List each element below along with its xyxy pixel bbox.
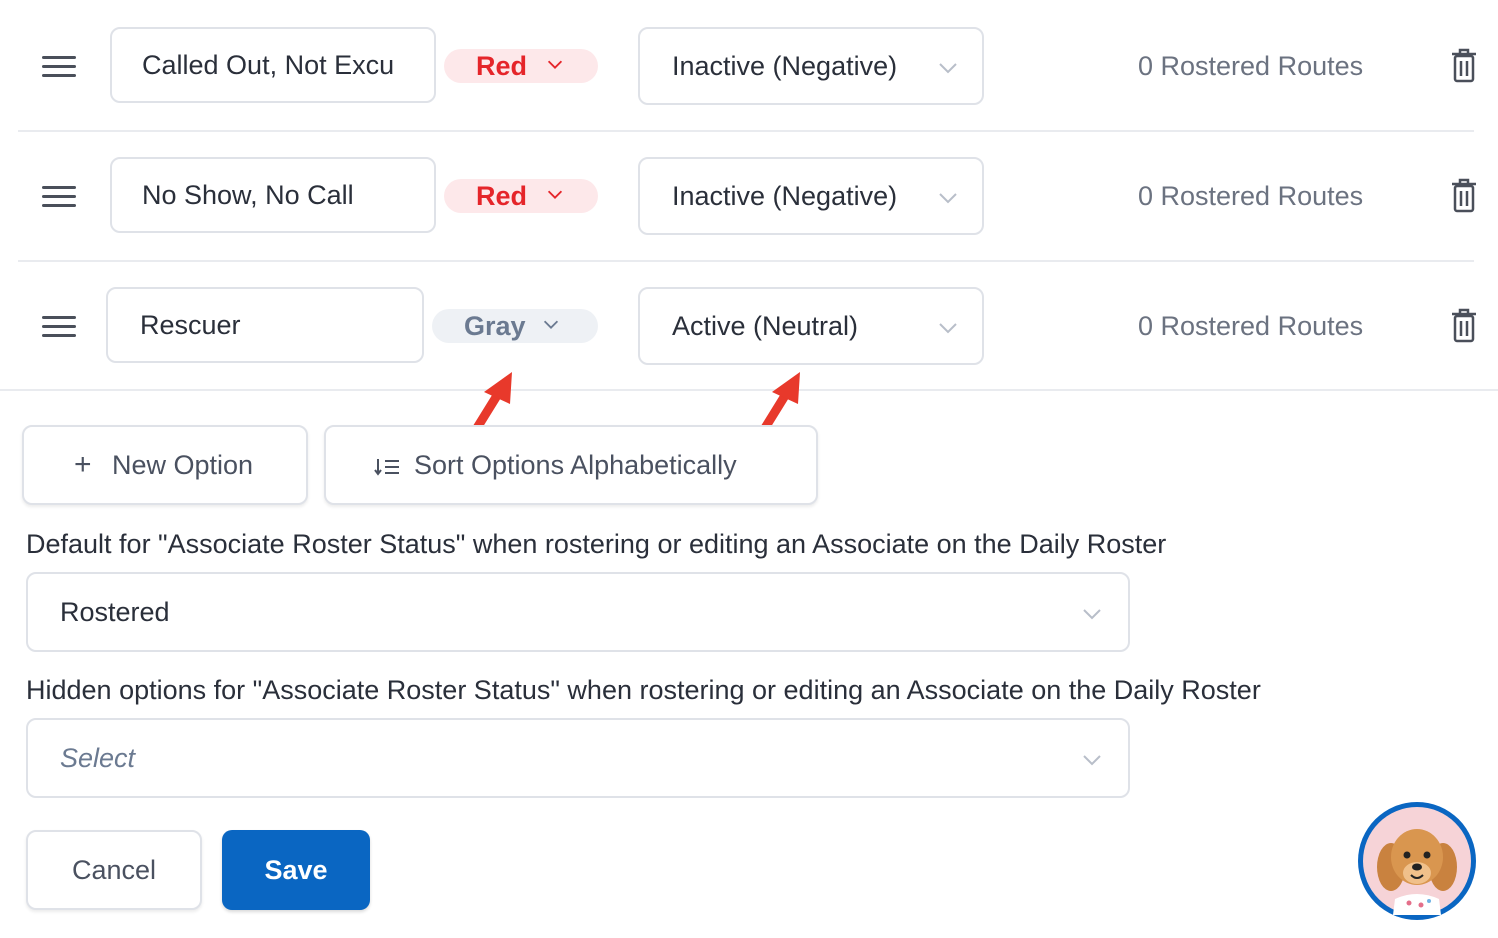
drag-handle-icon[interactable] <box>42 316 76 340</box>
section-divider <box>0 389 1498 391</box>
chevron-down-icon <box>547 60 563 69</box>
option-name-input[interactable]: Called Out, Not Excu <box>110 27 436 103</box>
rostered-routes-count: 0 Rostered Routes <box>1138 181 1364 211</box>
hidden-field-label: Hidden options for "Associate Roster Sta… <box>26 675 1261 705</box>
status-value: Inactive (Negative) <box>672 51 898 81</box>
plus-icon: + <box>74 448 92 481</box>
rostered-routes-count: 0 Rostered Routes <box>1138 311 1364 341</box>
dog-avatar-icon <box>1363 807 1471 915</box>
avatar[interactable] <box>1358 802 1476 920</box>
rostered-routes-count: 0 Rostered Routes <box>1138 51 1364 81</box>
chevron-down-icon <box>1083 755 1101 766</box>
drag-handle-icon[interactable] <box>42 186 76 210</box>
option-row: No Show, No Call Red Inactive (Negative)… <box>0 130 1498 260</box>
drag-handle-icon[interactable] <box>42 56 76 80</box>
hidden-options-select[interactable]: Select <box>26 718 1130 798</box>
chevron-down-icon <box>939 63 957 74</box>
hidden-options-placeholder: Select <box>60 743 136 773</box>
cancel-button[interactable]: Cancel <box>26 830 202 910</box>
new-option-label: New Option <box>112 450 254 480</box>
option-name-input[interactable]: No Show, No Call <box>110 157 436 233</box>
color-select[interactable]: Gray <box>432 309 598 343</box>
option-name-input[interactable]: Rescuer <box>106 287 424 363</box>
new-option-button[interactable]: + New Option <box>22 425 308 505</box>
chevron-down-icon <box>939 323 957 334</box>
status-select[interactable]: Active (Neutral) <box>638 287 984 365</box>
chevron-down-icon <box>939 193 957 204</box>
status-select[interactable]: Inactive (Negative) <box>638 157 984 235</box>
sort-options-button[interactable]: Sort Options Alphabetically <box>324 425 818 505</box>
color-label: Red <box>476 181 528 211</box>
default-status-select[interactable]: Rostered <box>26 572 1130 652</box>
sort-icon <box>374 459 399 476</box>
default-status-value: Rostered <box>60 597 170 627</box>
trash-icon[interactable] <box>1450 177 1478 213</box>
color-label: Gray <box>464 311 526 341</box>
status-value: Active (Neutral) <box>672 311 859 341</box>
option-row: Called Out, Not Excu Red Inactive (Negat… <box>0 0 1498 130</box>
trash-icon[interactable] <box>1450 47 1478 83</box>
status-select[interactable]: Inactive (Negative) <box>638 27 984 105</box>
option-row: Rescuer Gray Active (Neutral) 0 Rostered… <box>0 260 1498 390</box>
chevron-down-icon <box>1083 609 1101 620</box>
sort-options-label: Sort Options Alphabetically <box>414 450 737 480</box>
chevron-down-icon <box>543 320 559 329</box>
trash-icon[interactable] <box>1450 307 1478 343</box>
chevron-down-icon <box>547 190 563 199</box>
save-button[interactable]: Save <box>222 830 370 910</box>
status-value: Inactive (Negative) <box>672 181 898 211</box>
color-label: Red <box>476 51 528 81</box>
default-field-label: Default for "Associate Roster Status" wh… <box>26 529 1167 559</box>
color-select[interactable]: Red <box>444 49 598 83</box>
color-select[interactable]: Red <box>444 179 598 213</box>
